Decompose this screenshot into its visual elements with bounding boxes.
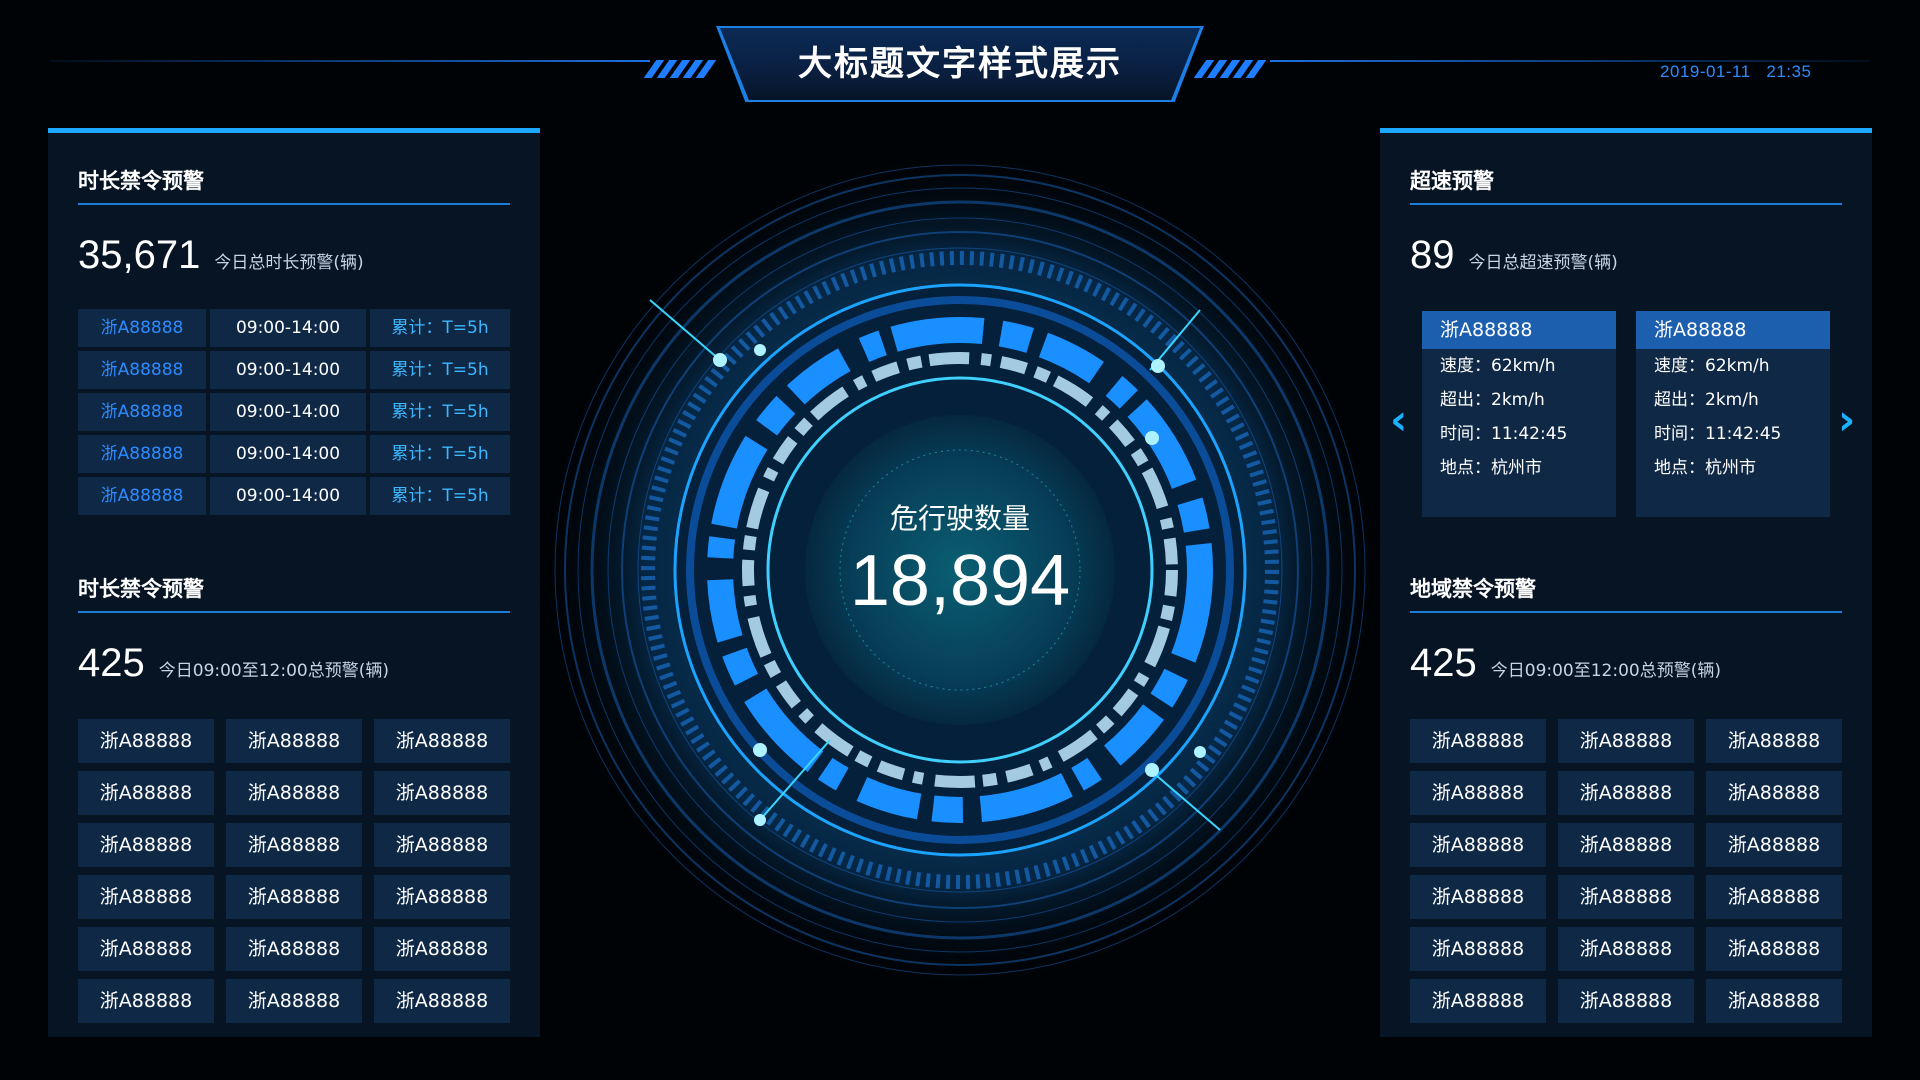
plate-cell: 浙A88888 <box>78 393 206 431</box>
speed-total: 89 今日总超速预警(辆) <box>1410 233 1618 278</box>
duration-2-total: 425 今日09:00至12:00总预警(辆) <box>78 641 389 686</box>
plate-chip[interactable]: 浙A88888 <box>1706 927 1842 971</box>
speed-card-time: 时间：11:42:45 <box>1654 424 1782 444</box>
plate-chip[interactable]: 浙A88888 <box>78 771 214 815</box>
speed-card-time: 时间：11:42:45 <box>1440 424 1568 444</box>
speed-card-place: 地点：杭州市 <box>1654 458 1756 478</box>
plate-chip[interactable]: 浙A88888 <box>1558 771 1694 815</box>
duration-section-title: 时长禁令预警 <box>78 165 510 205</box>
plate-cell: 浙A88888 <box>78 351 206 389</box>
region-total: 425 今日09:00至12:00总预警(辆) <box>1410 641 1721 686</box>
accum-cell: 累计：T=5h <box>370 435 510 473</box>
plate-chip[interactable]: 浙A88888 <box>1410 927 1546 971</box>
duration-section-2-title: 时长禁令预警 <box>78 573 510 613</box>
plate-chip[interactable]: 浙A88888 <box>1410 979 1546 1023</box>
region-total-label: 今日09:00至12:00总预警(辆) <box>1490 661 1721 681</box>
period-cell: 09:00-14:00 <box>210 351 366 389</box>
speed-card-plate: 浙A88888 <box>1636 311 1830 349</box>
plate-chip[interactable]: 浙A88888 <box>374 875 510 919</box>
plate-cell: 浙A88888 <box>78 477 206 515</box>
plate-chip[interactable]: 浙A88888 <box>1410 719 1546 763</box>
header-line-left <box>50 60 650 62</box>
table-row[interactable]: 浙A88888 09:00-14:00 累计：T=5h <box>78 351 510 389</box>
speed-total-label: 今日总超速预警(辆) <box>1468 253 1618 273</box>
plate-chip[interactable]: 浙A88888 <box>1410 823 1546 867</box>
plate-chip[interactable]: 浙A88888 <box>374 927 510 971</box>
plate-chip[interactable]: 浙A88888 <box>78 979 214 1023</box>
right-panel: 超速预警 89 今日总超速预警(辆) ‹ 浙A88888 速度：62km/h 超… <box>1380 128 1872 1037</box>
plate-chip[interactable]: 浙A88888 <box>226 719 362 763</box>
plate-chip[interactable]: 浙A88888 <box>374 979 510 1023</box>
period-cell: 09:00-14:00 <box>210 435 366 473</box>
plate-chip[interactable]: 浙A88888 <box>1706 823 1842 867</box>
plate-chip[interactable]: 浙A88888 <box>78 927 214 971</box>
left-panel: 时长禁令预警 35,671 今日总时长预警(辆) 浙A88888 09:00-1… <box>48 128 540 1037</box>
speed-card-plate: 浙A88888 <box>1422 311 1616 349</box>
duration-total: 35,671 今日总时长预警(辆) <box>78 233 364 278</box>
plate-chip[interactable]: 浙A88888 <box>78 823 214 867</box>
header-stripes-right <box>1193 60 1270 78</box>
plate-chip[interactable]: 浙A88888 <box>78 875 214 919</box>
next-arrow-icon[interactable]: › <box>1838 395 1855 444</box>
plate-chip[interactable]: 浙A88888 <box>1706 979 1842 1023</box>
plate-chip[interactable]: 浙A88888 <box>1410 771 1546 815</box>
page-title: 大标题文字样式展示 <box>798 44 1122 84</box>
accum-cell: 累计：T=5h <box>370 477 510 515</box>
prev-arrow-icon[interactable]: ‹ <box>1390 395 1407 444</box>
plate-chip[interactable]: 浙A88888 <box>1706 719 1842 763</box>
speed-card[interactable]: 浙A88888 速度：62km/h 超出：2km/h 时间：11:42:45 地… <box>1422 311 1616 517</box>
plate-grid-right: 浙A88888 浙A88888 浙A88888 浙A88888 浙A88888 … <box>1410 719 1842 1023</box>
header-stripes-left <box>643 60 720 78</box>
plate-chip[interactable]: 浙A88888 <box>1558 719 1694 763</box>
speed-card-speed: 速度：62km/h <box>1654 356 1770 376</box>
datetime: 2019-01-11 21:35 <box>1660 62 1811 82</box>
center-label: 危行驶数量 <box>889 502 1030 535</box>
plate-chip[interactable]: 浙A88888 <box>374 771 510 815</box>
plate-grid-left: 浙A88888 浙A88888 浙A88888 浙A88888 浙A88888 … <box>78 719 510 1023</box>
accum-cell: 累计：T=5h <box>370 351 510 389</box>
plate-chip[interactable]: 浙A88888 <box>226 771 362 815</box>
duration-2-total-label: 今日09:00至12:00总预警(辆) <box>158 661 389 681</box>
plate-chip[interactable]: 浙A88888 <box>374 823 510 867</box>
period-cell: 09:00-14:00 <box>210 393 366 431</box>
date-text: 2019-01-11 <box>1660 62 1751 81</box>
plate-chip[interactable]: 浙A88888 <box>226 927 362 971</box>
plate-chip[interactable]: 浙A88888 <box>1706 875 1842 919</box>
table-row[interactable]: 浙A88888 09:00-14:00 累计：T=5h <box>78 309 510 347</box>
plate-chip[interactable]: 浙A88888 <box>1558 927 1694 971</box>
plate-chip[interactable]: 浙A88888 <box>1558 979 1694 1023</box>
speed-card[interactable]: 浙A88888 速度：62km/h 超出：2km/h 时间：11:42:45 地… <box>1636 311 1830 517</box>
plate-chip[interactable]: 浙A88888 <box>226 875 362 919</box>
duration-total-value: 35,671 <box>78 233 201 277</box>
table-row[interactable]: 浙A88888 09:00-14:00 累计：T=5h <box>78 393 510 431</box>
speed-card-place: 地点：杭州市 <box>1440 458 1542 478</box>
plate-cell: 浙A88888 <box>78 435 206 473</box>
plate-chip[interactable]: 浙A88888 <box>1410 875 1546 919</box>
table-row[interactable]: 浙A88888 09:00-14:00 累计：T=5h <box>78 435 510 473</box>
accum-cell: 累计：T=5h <box>370 309 510 347</box>
speed-card-speed: 速度：62km/h <box>1440 356 1556 376</box>
period-cell: 09:00-14:00 <box>210 477 366 515</box>
plate-chip[interactable]: 浙A88888 <box>226 979 362 1023</box>
table-row[interactable]: 浙A88888 09:00-14:00 累计：T=5h <box>78 477 510 515</box>
speed-card-over: 超出：2km/h <box>1440 390 1545 410</box>
plate-chip[interactable]: 浙A88888 <box>1558 823 1694 867</box>
plate-chip[interactable]: 浙A88888 <box>1558 875 1694 919</box>
duration-2-total-value: 425 <box>78 641 145 685</box>
duration-total-label: 今日总时长预警(辆) <box>214 253 364 273</box>
plate-chip[interactable]: 浙A88888 <box>1706 771 1842 815</box>
period-cell: 09:00-14:00 <box>210 309 366 347</box>
time-text: 21:35 <box>1766 62 1812 81</box>
speed-total-value: 89 <box>1410 233 1455 277</box>
plate-chip[interactable]: 浙A88888 <box>226 823 362 867</box>
region-total-value: 425 <box>1410 641 1477 685</box>
accum-cell: 累计：T=5h <box>370 393 510 431</box>
speed-card-over: 超出：2km/h <box>1654 390 1759 410</box>
plate-chip[interactable]: 浙A88888 <box>374 719 510 763</box>
center-value: 18,894 <box>849 541 1071 621</box>
plate-chip[interactable]: 浙A88888 <box>78 719 214 763</box>
plate-cell: 浙A88888 <box>78 309 206 347</box>
speed-section-title: 超速预警 <box>1410 165 1842 205</box>
region-section-title: 地域禁令预警 <box>1410 573 1842 613</box>
